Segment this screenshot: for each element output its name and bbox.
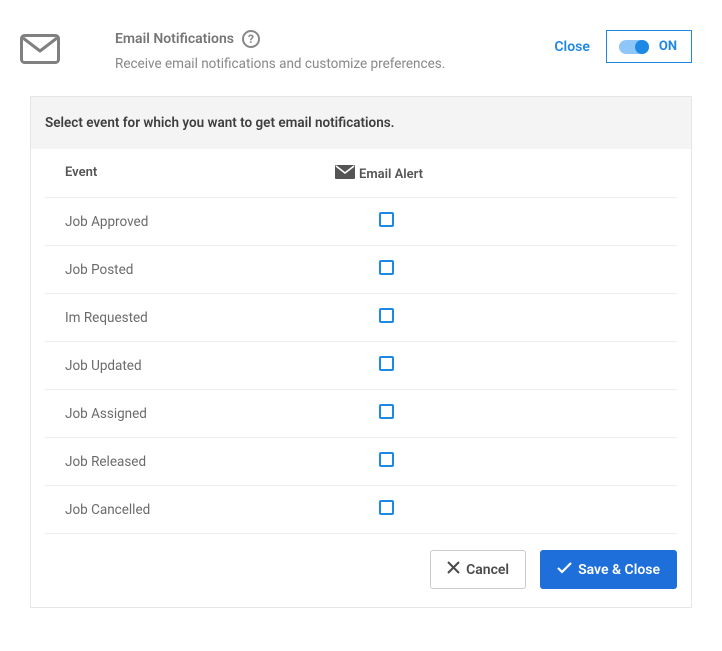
toggle-track xyxy=(619,40,649,54)
table-row: Im Requested xyxy=(45,293,677,341)
event-checkbox-job-approved[interactable] xyxy=(379,212,394,227)
event-checkbox-job-assigned[interactable] xyxy=(379,404,394,419)
event-label: Job Assigned xyxy=(45,406,335,422)
toggle-thumb xyxy=(635,40,649,54)
save-close-button[interactable]: Save & Close xyxy=(540,550,677,589)
table-row: Job Released xyxy=(45,437,677,485)
title-text: Email Notifications xyxy=(115,31,234,47)
table-row: Job Updated xyxy=(45,341,677,389)
mail-small-icon xyxy=(335,165,355,183)
close-icon xyxy=(447,561,460,578)
header-text-block: Email Notifications ? Receive email noti… xyxy=(115,30,554,74)
mail-icon xyxy=(20,34,60,68)
events-table: Event Email Alert Job Approved Job Poste… xyxy=(31,149,691,534)
event-checkbox-job-cancelled[interactable] xyxy=(379,500,394,515)
toggle-state-label: ON xyxy=(659,39,677,54)
event-label: Job Cancelled xyxy=(45,502,335,518)
table-row: Job Approved xyxy=(45,197,677,245)
event-label: Job Updated xyxy=(45,358,335,374)
table-row: Job Posted xyxy=(45,245,677,293)
page-title: Email Notifications ? xyxy=(115,30,554,48)
page-subtitle: Receive email notifications and customiz… xyxy=(115,54,554,74)
event-checkbox-job-posted[interactable] xyxy=(379,260,394,275)
event-label: Im Requested xyxy=(45,310,335,326)
event-label: Job Approved xyxy=(45,214,335,230)
event-label: Job Released xyxy=(45,454,335,470)
check-icon xyxy=(557,561,572,578)
table-row: Job Cancelled xyxy=(45,485,677,533)
table-header: Event Email Alert xyxy=(45,149,677,197)
close-link[interactable]: Close xyxy=(554,39,589,55)
column-email-alert: Email Alert xyxy=(335,165,423,183)
action-bar: Cancel Save & Close xyxy=(31,534,691,607)
event-checkbox-job-updated[interactable] xyxy=(379,356,394,371)
column-email-alert-label: Email Alert xyxy=(359,167,423,182)
event-checkbox-im-requested[interactable] xyxy=(379,308,394,323)
event-label: Job Posted xyxy=(45,262,335,278)
cancel-button-label: Cancel xyxy=(466,562,509,578)
events-panel: Select event for which you want to get e… xyxy=(30,96,692,608)
event-checkbox-job-released[interactable] xyxy=(379,452,394,467)
header-controls: Close ON xyxy=(554,30,692,63)
table-row: Job Assigned xyxy=(45,389,677,437)
notifications-toggle[interactable]: ON xyxy=(606,30,692,63)
panel-heading: Select event for which you want to get e… xyxy=(31,97,691,149)
help-icon[interactable]: ? xyxy=(242,30,260,48)
cancel-button[interactable]: Cancel xyxy=(430,550,526,589)
column-event: Event xyxy=(45,165,335,183)
save-button-label: Save & Close xyxy=(578,562,660,578)
settings-header: Email Notifications ? Receive email noti… xyxy=(0,0,722,84)
